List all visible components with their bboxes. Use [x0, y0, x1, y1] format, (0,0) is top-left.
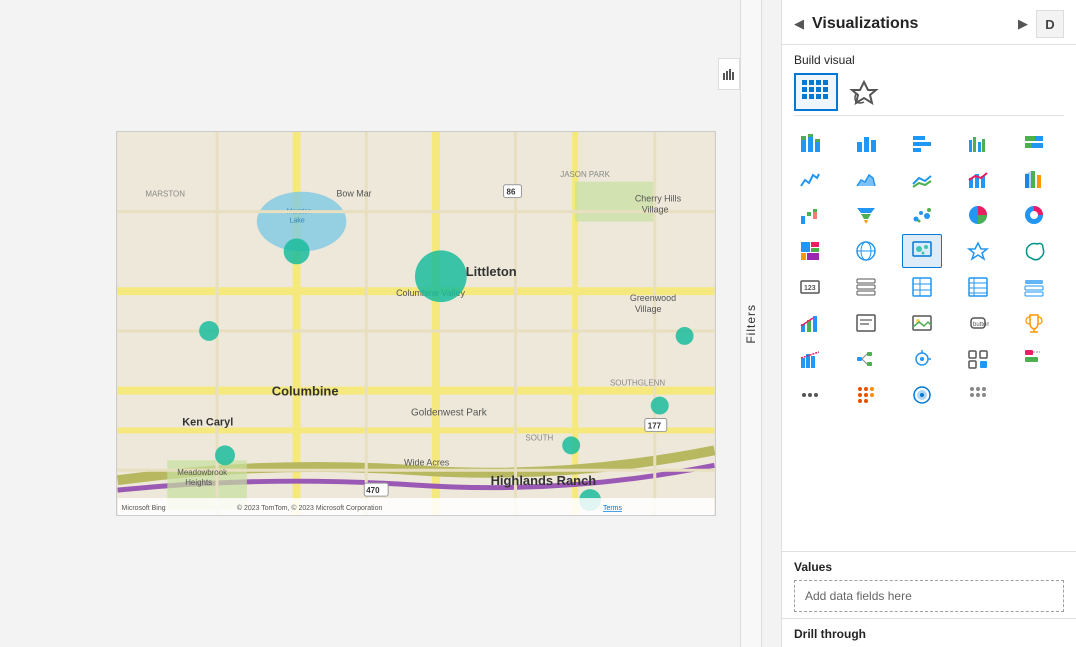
filters-tab-label: Filters [744, 304, 758, 344]
filters-tab[interactable]: Filters [740, 0, 762, 647]
viz-donut[interactable] [1014, 198, 1054, 232]
svg-text:SOUTHGLENN: SOUTHGLENN [609, 379, 664, 388]
map-container[interactable]: Marston Lake Littleton Columbine Valley … [116, 131, 716, 516]
svg-text:MARSTON: MARSTON [145, 190, 185, 199]
values-label: Values [794, 560, 1064, 574]
viz-more-ellipsis[interactable] [790, 378, 830, 412]
viz-card[interactable]: 123 [790, 270, 830, 304]
viz-waterfall[interactable] [790, 198, 830, 232]
svg-text:Bow Mar: Bow Mar [336, 189, 371, 199]
stats-panel-toggle[interactable] [718, 58, 740, 90]
viz-slicer[interactable] [1014, 270, 1054, 304]
viz-decomp-tree[interactable] [846, 342, 886, 376]
viz-combo-bar-line[interactable] [958, 162, 998, 196]
svg-text:button: button [973, 322, 989, 328]
svg-text:SOUTH: SOUTH [525, 433, 553, 442]
viz-stacked-bar[interactable] [790, 126, 830, 160]
visual-type-fields-btn[interactable] [794, 73, 838, 111]
viz-bar-chart[interactable] [846, 126, 886, 160]
svg-text:Village: Village [641, 205, 668, 215]
panel-collapse-left[interactable]: ◀ [794, 16, 804, 32]
viz-scatter[interactable] [902, 198, 942, 232]
svg-text:Microsoft Bing: Microsoft Bing [121, 505, 165, 512]
viz-multi-row-card[interactable] [846, 270, 886, 304]
add-data-field[interactable]: Add data fields here [794, 580, 1064, 612]
viz-azure-map[interactable] [958, 234, 998, 268]
viz-funnel[interactable] [846, 198, 886, 232]
viz-dot-grid-2[interactable] [958, 378, 998, 412]
svg-text:177: 177 [647, 421, 661, 430]
viz-area-chart[interactable] [846, 162, 886, 196]
viz-icons-grid: 123 button [782, 122, 1076, 416]
values-section: Values Add data fields here [782, 551, 1076, 618]
viz-page-nav[interactable] [958, 342, 998, 376]
viz-image[interactable] [902, 306, 942, 340]
viz-dot-grid-1[interactable] [846, 378, 886, 412]
viz-dot-circle[interactable] [902, 378, 942, 412]
viz-map-bubble[interactable] [902, 234, 942, 268]
svg-text:470: 470 [366, 486, 380, 495]
viz-100pct-bar[interactable] [1014, 126, 1054, 160]
svg-text:Village: Village [634, 304, 661, 314]
svg-text:JASON PARK: JASON PARK [560, 170, 610, 179]
svg-text:Lake: Lake [289, 218, 304, 225]
viz-line-stacked[interactable] [902, 162, 942, 196]
viz-ribbon[interactable] [1014, 162, 1054, 196]
viz-shape-map[interactable] [1014, 234, 1054, 268]
right-panel: ◀ Visualizations ▶ D Build visual [781, 0, 1076, 647]
viz-shape[interactable]: button [958, 306, 998, 340]
svg-text:Highlands Ranch: Highlands Ranch [490, 473, 596, 488]
svg-text:123: 123 [804, 285, 816, 292]
visual-type-format-btn[interactable] [842, 73, 886, 111]
svg-text:Goldenwest Park: Goldenwest Park [411, 408, 487, 419]
viz-bar-chart-special[interactable] [790, 342, 830, 376]
svg-text:Heights: Heights [185, 478, 212, 487]
viz-key-influencers-2[interactable] [1014, 342, 1054, 376]
viz-clustered-bar[interactable] [958, 126, 998, 160]
main-content-area: Filters Marston Lake [0, 0, 781, 647]
viz-kpi-chart[interactable] [790, 306, 830, 340]
build-visual-section: Build visual [782, 45, 1076, 122]
svg-text:Terms: Terms [603, 505, 622, 512]
viz-table[interactable] [902, 270, 942, 304]
panel-spacer [782, 416, 1076, 551]
panel-expand-right[interactable]: ▶ [1018, 16, 1028, 32]
viz-bar-chart-alt[interactable] [902, 126, 942, 160]
viz-pie[interactable] [958, 198, 998, 232]
viz-matrix[interactable] [958, 270, 998, 304]
viz-globe[interactable] [846, 234, 886, 268]
data-panel-button[interactable]: D [1036, 10, 1064, 38]
svg-text:86: 86 [506, 188, 515, 197]
viz-treemap[interactable] [790, 234, 830, 268]
svg-text:Cherry Hills: Cherry Hills [634, 194, 681, 204]
drill-through-section: Drill through [782, 618, 1076, 647]
svg-text:© 2023 TomTom, © 2023 Microsof: © 2023 TomTom, © 2023 Microsoft Corporat… [236, 504, 382, 512]
section-divider-1 [794, 115, 1064, 116]
viz-trophy[interactable] [1014, 306, 1054, 340]
svg-text:Ken Caryl: Ken Caryl [182, 416, 233, 428]
svg-text:Columbine: Columbine [271, 384, 338, 399]
svg-text:Littleton: Littleton [465, 264, 516, 279]
panel-title: Visualizations [812, 15, 918, 33]
visual-type-buttons [794, 73, 1064, 111]
panel-header: ◀ Visualizations ▶ D [782, 0, 1076, 45]
viz-textbox[interactable] [846, 306, 886, 340]
svg-text:Wide Acres: Wide Acres [404, 457, 450, 467]
svg-text:Meadowbrook: Meadowbrook [177, 468, 227, 477]
svg-text:Greenwood: Greenwood [629, 293, 675, 303]
viz-key-influencers[interactable] [902, 342, 942, 376]
viz-line-chart[interactable] [790, 162, 830, 196]
build-visual-label: Build visual [794, 53, 1064, 67]
drill-through-label: Drill through [794, 627, 1064, 641]
